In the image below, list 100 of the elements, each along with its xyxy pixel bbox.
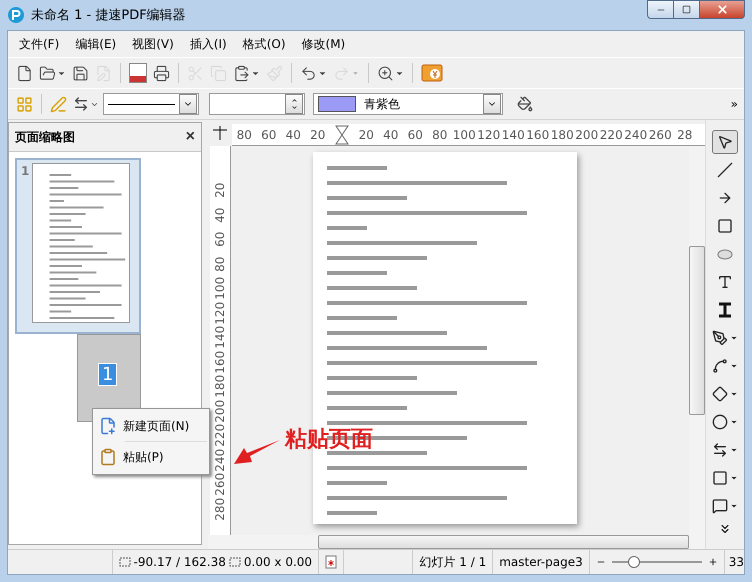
ruler-label: 260 [648, 128, 672, 142]
spin-up-icon [290, 97, 298, 104]
drawing-tool-button[interactable] [712, 130, 738, 154]
ruler-label: 220 [212, 425, 228, 446]
ruler-label: 60 [212, 230, 228, 249]
ruler-label: 80 [212, 255, 228, 274]
zoom-slider-thumb[interactable] [628, 556, 640, 568]
menu-item[interactable]: 视图(V) [125, 32, 181, 56]
zoom-percent: 33 [728, 555, 744, 569]
toolbar-icon [333, 64, 350, 82]
context-menu-item[interactable]: 粘贴(P) [95, 442, 207, 472]
tool-icon [717, 134, 733, 150]
ruler-label: 60 [260, 128, 278, 142]
ruler-label: 140 [212, 327, 228, 348]
tool-icon [712, 470, 728, 486]
ruler-label: 160 [212, 352, 228, 372]
ruler-label: 240 [624, 128, 648, 142]
toolbar-icon [187, 64, 204, 82]
caret-icon [730, 334, 738, 342]
color-dropdown[interactable]: 青紫色 [313, 93, 503, 115]
caret-icon [730, 418, 738, 426]
ruler-label: 100 [212, 278, 228, 298]
minimize-button[interactable] [647, 0, 674, 19]
spin-down-icon [290, 104, 298, 111]
toolbar-icon [377, 64, 394, 82]
caret-icon [730, 390, 738, 398]
context-menu-item[interactable]: 新建页面(N) [95, 411, 207, 441]
ruler-label: 40 [284, 128, 302, 142]
ellipse-icon [717, 248, 733, 260]
tool-icon [712, 442, 728, 458]
overflow-chevron[interactable]: » [730, 97, 738, 111]
ruler-label: 120 [476, 128, 501, 142]
cursor-position: -90.17 / 162.38 [134, 555, 226, 569]
number-spin-field[interactable] [209, 93, 305, 115]
caret-icon [730, 502, 738, 510]
toolbar-icon [72, 64, 89, 82]
grid-icon [16, 96, 33, 112]
ruler-label: 120 [212, 302, 228, 323]
ruler-label: 20 [358, 128, 375, 142]
menu-item[interactable]: 文件(F) [12, 32, 66, 56]
tool-icon [712, 386, 728, 402]
tool-icon [717, 162, 733, 178]
menu-item[interactable]: 插入(I) [182, 32, 234, 56]
toolbar-icon [233, 64, 250, 82]
app-logo-icon [7, 6, 25, 24]
ruler-label: 60 [406, 128, 424, 142]
page-number: 1 [21, 164, 30, 180]
maximize-icon [682, 5, 691, 14]
maximize-button[interactable] [673, 0, 700, 19]
arrows-icon [73, 96, 89, 112]
caret-icon [730, 446, 738, 454]
panel-title: 页面缩略图 [15, 128, 75, 146]
tool-icon [717, 218, 733, 234]
caret-icon [730, 362, 738, 370]
size-icon [228, 557, 241, 567]
close-icon [716, 3, 728, 16]
tool-icon [712, 330, 728, 346]
close-button[interactable] [699, 0, 745, 19]
ruler-label: 140 [501, 128, 526, 142]
toolbar-icon [16, 64, 33, 82]
selection-size: 0.00 x 0.00 [244, 555, 312, 569]
fill-button[interactable] [515, 94, 535, 114]
tool-icon [712, 498, 728, 514]
ruler-label: 180 [212, 376, 228, 396]
toolbar-icon [300, 64, 317, 82]
page-badge: 1 [98, 363, 118, 386]
page-thumbnail[interactable]: 1 [15, 158, 141, 334]
tool-icon [717, 274, 733, 290]
annotation-text: 粘贴页面 [285, 426, 373, 454]
pen-icon [50, 96, 67, 112]
tool-icon [712, 414, 728, 430]
plus-icon[interactable] [708, 557, 718, 567]
toolbar-icon [153, 64, 170, 82]
menu-item[interactable]: 修改(M) [294, 32, 352, 56]
close-panel-button[interactable]: × [186, 128, 195, 146]
ruler-label: 80 [236, 128, 253, 142]
i-beam-icon [717, 302, 733, 318]
toolbar-button[interactable] [127, 61, 149, 85]
menu-item[interactable]: 编辑(E) [68, 32, 124, 56]
ruler-label: 280 [212, 498, 228, 519]
ruler-label: 80 [431, 128, 448, 142]
position-icon [118, 557, 131, 567]
tool-icon [712, 358, 728, 374]
ruler-label: 100 [452, 128, 476, 142]
ruler-label: 220 [599, 128, 624, 142]
ruler-label: 40 [382, 128, 400, 142]
menu-item[interactable]: 格式(O) [236, 32, 293, 56]
paint-bucket-icon [517, 96, 533, 112]
line-style-dropdown[interactable] [103, 93, 199, 115]
pdf-icon [129, 63, 147, 83]
clipboard-icon [99, 448, 117, 466]
crosshair-icon [213, 126, 227, 140]
caret-icon [730, 474, 738, 482]
ruler-label: 180 [550, 128, 574, 142]
ruler-label: 200 [574, 128, 599, 142]
tool-icon [717, 190, 733, 206]
master-page-name: master-page3 [499, 555, 583, 569]
window-title: 未命名 1 - 捷速PDF编辑器 [31, 7, 187, 24]
document-modified-icon [325, 555, 338, 569]
ruler-label: 20 [212, 182, 228, 200]
